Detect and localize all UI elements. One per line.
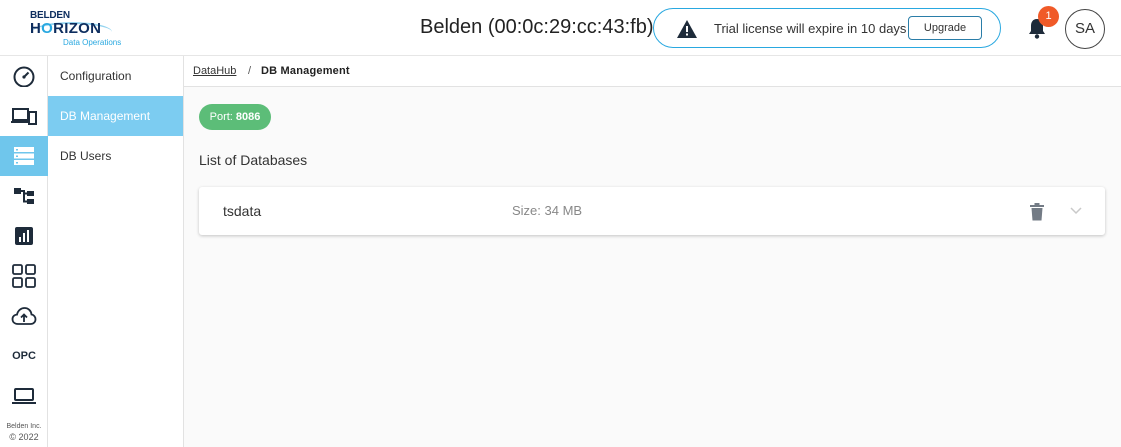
rail-item-hierarchy[interactable]	[0, 176, 48, 216]
top-header: BELDEN HORIZON Data Operations Belden (0…	[0, 0, 1121, 56]
database-row[interactable]: tsdata Size: 34 MB	[199, 187, 1105, 235]
rail-item-system[interactable]	[0, 376, 48, 416]
apps-grid-icon	[12, 264, 36, 288]
icon-sidebar: OPC Belden Inc. © 2022	[0, 56, 48, 447]
notification-count-badge: 1	[1038, 6, 1059, 27]
copyright-company: Belden Inc.	[6, 423, 42, 430]
port-value: 8086	[235, 111, 261, 123]
upgrade-button[interactable]: Upgrade	[908, 16, 982, 40]
chart-icon	[15, 227, 33, 245]
device-title: Belden (00:0c:29:cc:43:fb)	[420, 16, 654, 38]
copyright-year: © 2022	[9, 432, 39, 442]
rail-item-opc[interactable]: OPC	[0, 336, 48, 376]
breadcrumb-current: DB Management	[261, 65, 350, 77]
submenu-item-db-management[interactable]: DB Management	[48, 96, 183, 136]
trial-license-text: Trial license will expire in 10 days	[714, 21, 907, 36]
trial-license-banner: Trial license will expire in 10 days Upg…	[653, 8, 1001, 48]
laptop-icon	[12, 388, 36, 404]
expand-chevron-down-icon[interactable]	[1070, 207, 1082, 215]
database-name: tsdata	[223, 203, 262, 219]
devices-icon	[11, 108, 37, 125]
rail-item-database[interactable]	[0, 136, 48, 176]
hierarchy-icon	[14, 188, 34, 204]
database-size: Size: 34 MB	[512, 203, 583, 218]
breadcrumb-separator: /	[248, 65, 252, 77]
database-icon	[14, 147, 34, 165]
opc-label: OPC	[12, 350, 36, 362]
warning-icon	[677, 20, 697, 38]
rail-item-dashboard[interactable]	[0, 56, 48, 96]
user-avatar[interactable]: SA	[1065, 9, 1105, 49]
cloud-upload-icon	[11, 307, 37, 325]
port-badge: Port: 8086	[199, 104, 271, 130]
belden-horizon-logo[interactable]: BELDEN HORIZON Data Operations	[30, 10, 122, 48]
db-submenu: Configuration DB Management DB Users	[48, 56, 184, 447]
breadcrumb: DataHub / DB Management	[184, 56, 1121, 87]
logo-tagline: Data Operations	[63, 38, 122, 47]
rail-item-apps[interactable]	[0, 256, 48, 296]
port-label: Port:	[209, 111, 233, 123]
submenu-item-db-users[interactable]: DB Users	[48, 136, 183, 176]
rail-item-analytics[interactable]	[0, 216, 48, 256]
copyright: Belden Inc. © 2022	[0, 422, 48, 442]
rail-item-cloud[interactable]	[0, 296, 48, 336]
breadcrumb-datahub-link[interactable]: DataHub	[193, 65, 236, 77]
submenu-item-configuration[interactable]: Configuration	[48, 56, 183, 96]
rail-item-devices[interactable]	[0, 96, 48, 136]
logo-product: HORIZON	[30, 20, 102, 37]
dashboard-gauge-icon	[13, 66, 35, 87]
database-list-title: List of Databases	[199, 152, 308, 168]
delete-trash-icon[interactable]	[1029, 203, 1045, 221]
